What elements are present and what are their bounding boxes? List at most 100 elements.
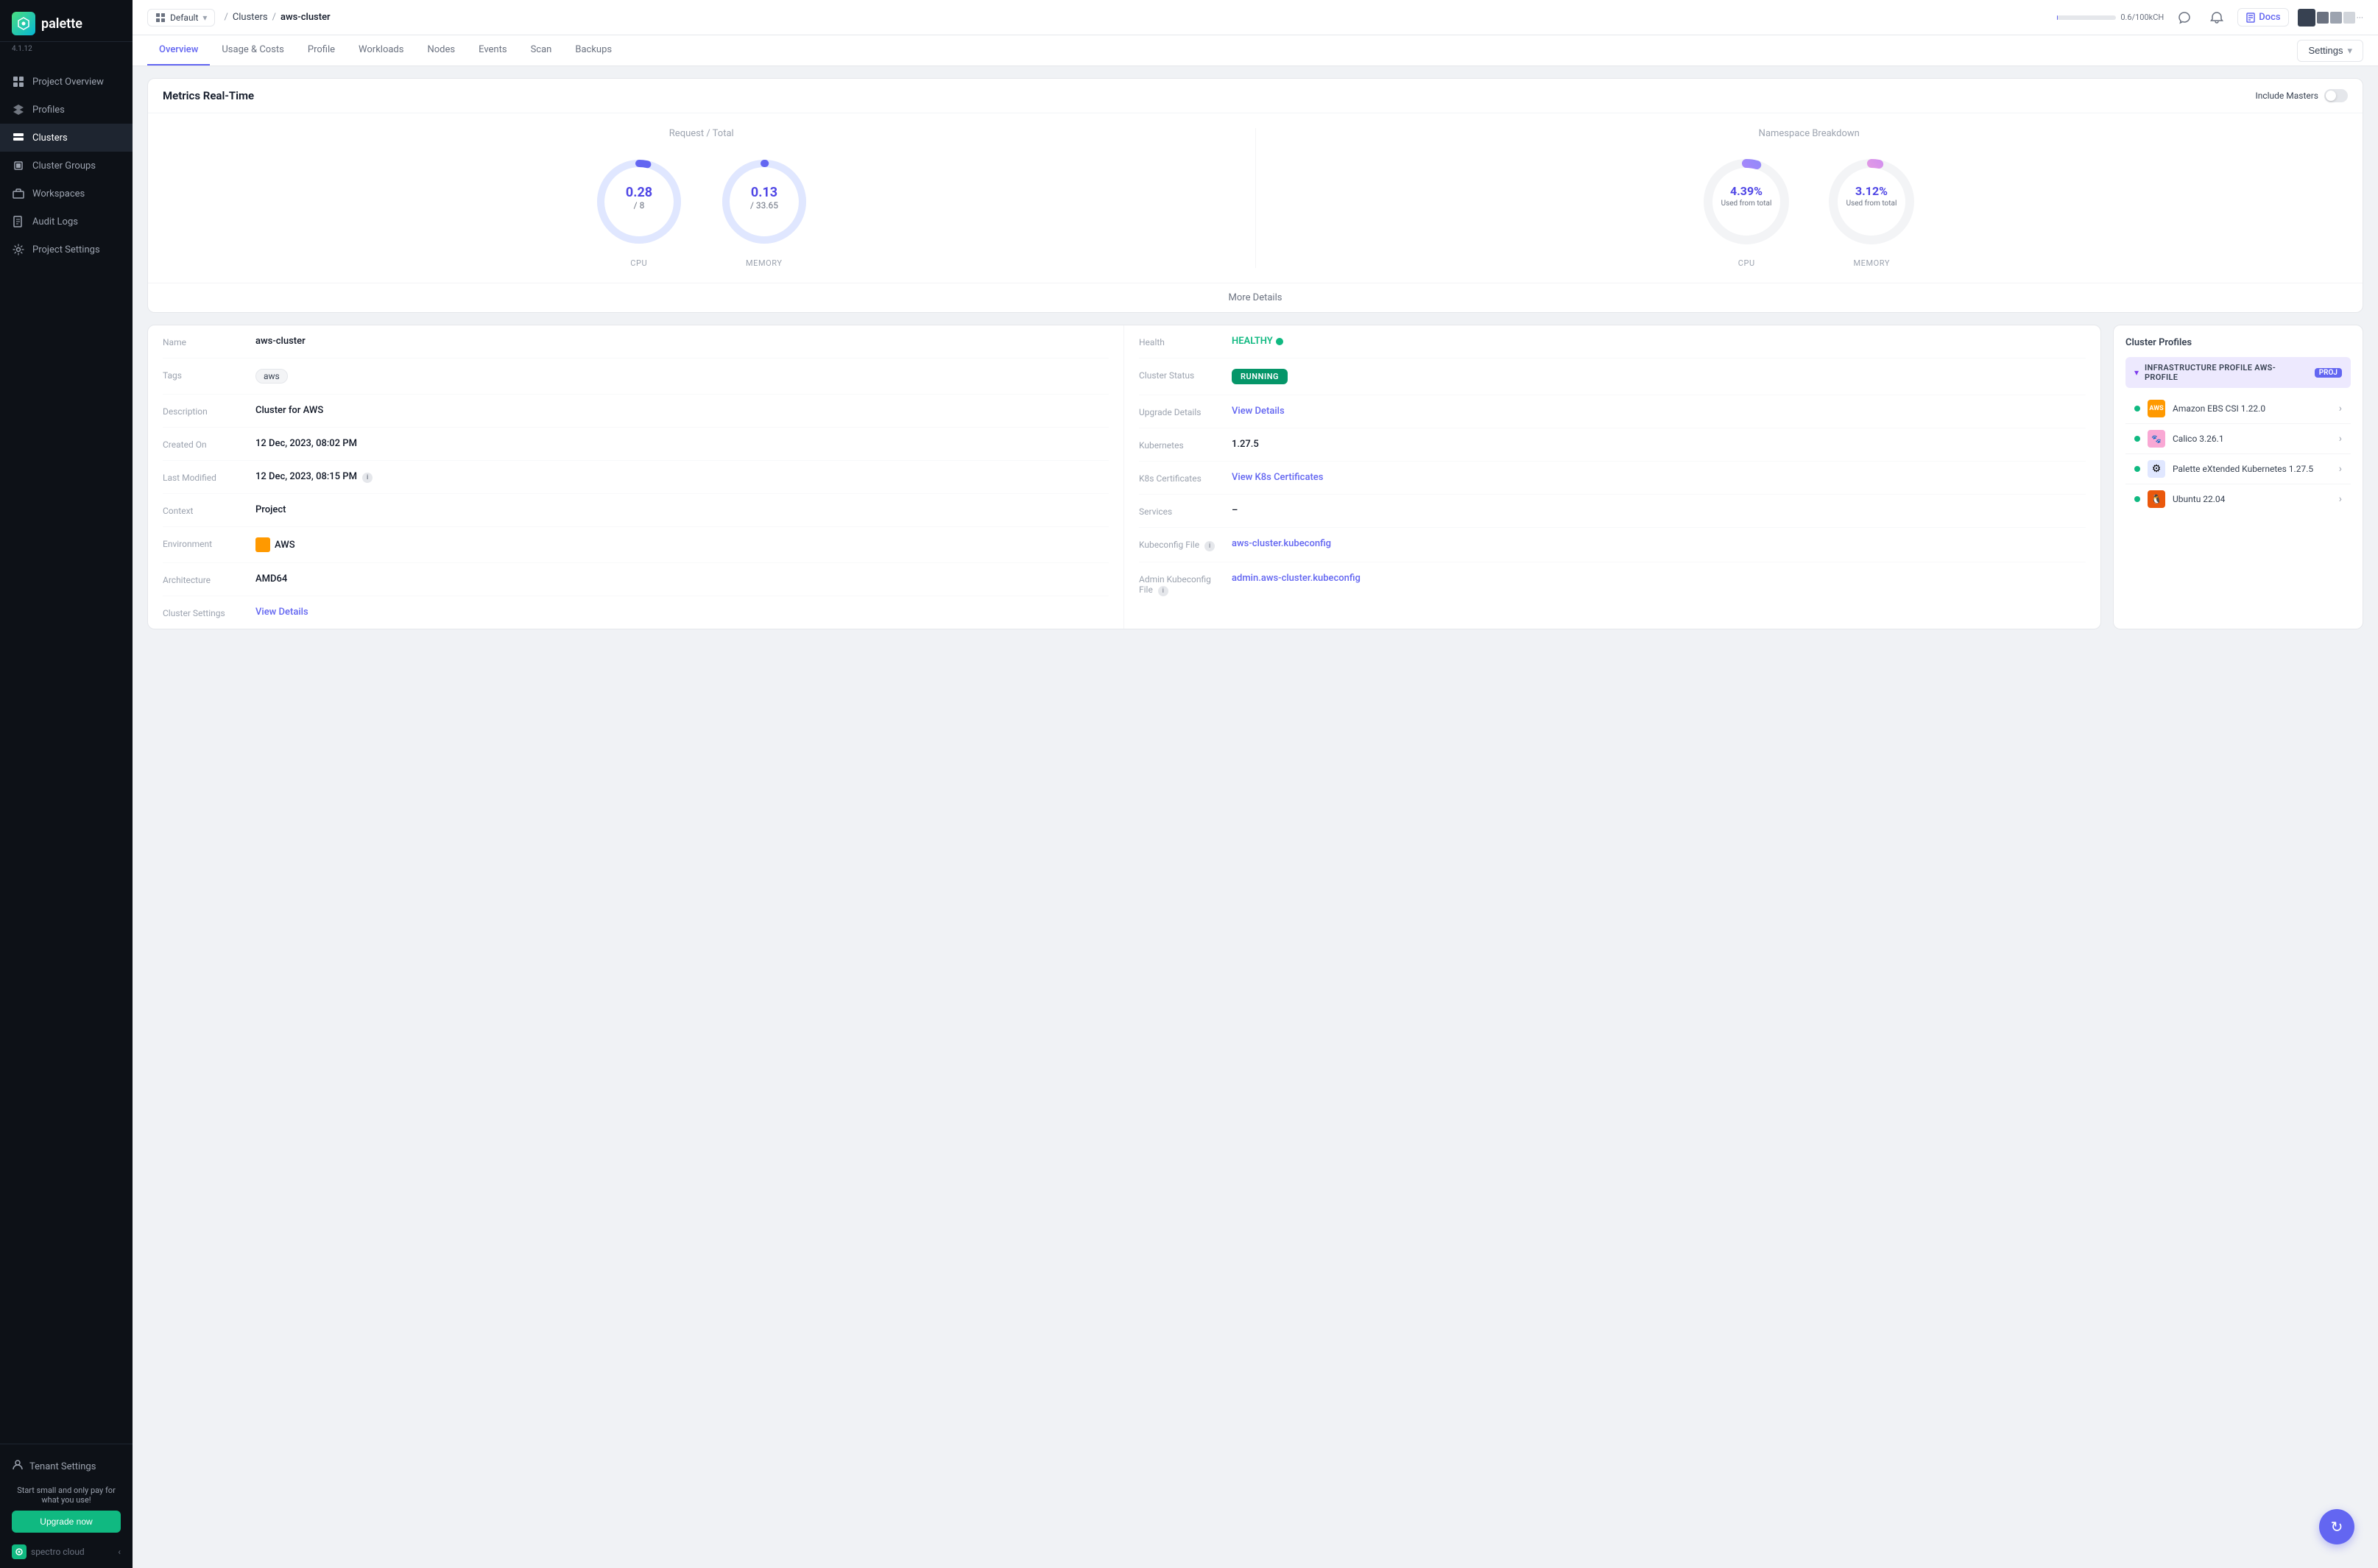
architecture-value: AMD64: [255, 573, 287, 585]
chevron-down-icon: ▾: [202, 13, 207, 23]
arrow-icon-ubuntu: ›: [2339, 493, 2342, 505]
tab-backups[interactable]: Backups: [563, 35, 624, 66]
sidebar-item-clusters[interactable]: Clusters: [0, 124, 133, 152]
upgrade-text: Start small and only pay for what you us…: [12, 1486, 121, 1505]
info-context-row: Context Project: [163, 494, 1109, 527]
credit-bar: 0.6/100kCH: [2057, 13, 2164, 22]
info-name-row: Name aws-cluster: [163, 325, 1109, 359]
include-masters-toggle[interactable]: [2324, 89, 2348, 102]
svg-text:Used from total: Used from total: [1846, 199, 1897, 208]
tab-usage-costs[interactable]: Usage & Costs: [210, 35, 296, 66]
cluster-info-card: Name aws-cluster Tags aws Description Cl…: [147, 325, 2101, 629]
status-dot-calico: [2134, 436, 2140, 442]
user-avatar: [2298, 9, 2315, 27]
info-modified-row: Last Modified 12 Dec, 2023, 08:15 PM i: [163, 461, 1109, 494]
status-dot-ebs: [2134, 406, 2140, 412]
info-col-right: Health HEALTHY Cluster Status RUNNING: [1124, 325, 2100, 629]
upgrade-details-link[interactable]: View Details: [1232, 406, 1285, 417]
sidebar-bottom: Tenant Settings Start small and only pay…: [0, 1444, 133, 1568]
bottom-section: Name aws-cluster Tags aws Description Cl…: [147, 325, 2363, 629]
created-value: 12 Dec, 2023, 08:02 PM: [255, 438, 357, 449]
admin-kubeconfig-info-icon[interactable]: i: [1158, 586, 1168, 596]
credit-text: 0.6/100kCH: [2120, 13, 2164, 22]
svg-text:3.12%: 3.12%: [1855, 184, 1888, 198]
settings-icon: [12, 243, 25, 256]
breadcrumb-clusters[interactable]: Clusters: [233, 12, 268, 23]
brand-label: spectro cloud: [31, 1547, 85, 1557]
sidebar-item-audit-logs[interactable]: Audit Logs: [0, 208, 133, 236]
info-health-row: Health HEALTHY: [1139, 325, 2086, 359]
docs-button[interactable]: Docs: [2237, 8, 2288, 27]
tab-overview[interactable]: Overview: [147, 35, 210, 66]
memory-gauge-label: MEMORY: [746, 258, 782, 268]
chat-icon[interactable]: [2173, 6, 2196, 29]
user-controls: ···: [2298, 9, 2363, 27]
aws-profile-icon: AWS: [2148, 400, 2165, 417]
status-dot-ubuntu: [2134, 496, 2140, 502]
aws-env-icon: [255, 537, 270, 552]
k8s-certs-label: K8s Certificates: [1139, 472, 1220, 484]
kubernetes-value: 1.27.5: [1232, 439, 1259, 450]
cpu-gauge-label: CPU: [630, 258, 647, 268]
tab-scan[interactable]: Scan: [519, 35, 564, 66]
info-icon[interactable]: i: [362, 473, 373, 483]
cluster-status-value: RUNNING: [1232, 369, 1288, 384]
info-grid: Name aws-cluster Tags aws Description Cl…: [148, 325, 2100, 629]
admin-kubeconfig-label: Admin Kubeconfig File i: [1139, 573, 1220, 596]
info-upgrade-row: Upgrade Details View Details: [1139, 395, 2086, 428]
tab-events[interactable]: Events: [467, 35, 518, 66]
kubeconfig-link[interactable]: aws-cluster.kubeconfig: [1232, 538, 1331, 549]
profile-item-k8s[interactable]: ⚙ Palette eXtended Kubernetes 1.27.5 ›: [2125, 454, 2351, 484]
workspace-label: Default: [170, 13, 198, 23]
sidebar-item-project-settings[interactable]: Project Settings: [0, 236, 133, 264]
tab-profile[interactable]: Profile: [296, 35, 347, 66]
tenant-settings-item[interactable]: Tenant Settings: [12, 1453, 121, 1480]
k8s-certs-link[interactable]: View K8s Certificates: [1232, 472, 1323, 483]
notification-icon[interactable]: [2205, 6, 2229, 29]
arrow-icon-ebs: ›: [2339, 403, 2342, 414]
donut-row: 4.39% Used from total CPU: [1271, 154, 2349, 268]
credit-fill: [2057, 15, 2058, 20]
profile-item-ebs[interactable]: AWS Amazon EBS CSI 1.22.0 ›: [2125, 394, 2351, 424]
sidebar-item-cluster-groups[interactable]: Cluster Groups: [0, 152, 133, 180]
modified-label: Last Modified: [163, 471, 244, 483]
ubuntu-profile-icon: 🐧: [2148, 490, 2165, 508]
sidebar-collapse-icon[interactable]: ‹: [118, 1547, 121, 1557]
profile-item-calico[interactable]: 🐾 Calico 3.26.1 ›: [2125, 424, 2351, 454]
info-status-row: Cluster Status RUNNING: [1139, 359, 2086, 395]
fab-button[interactable]: ↻: [2319, 1509, 2354, 1544]
profile-chevron-icon[interactable]: ▾: [2134, 367, 2139, 378]
logo-text: palette: [41, 16, 82, 32]
metrics-content: Request / Total 0.28: [148, 113, 2363, 283]
info-tags-row: Tags aws: [163, 359, 1109, 395]
settings-button[interactable]: Settings ▾: [2297, 40, 2363, 62]
cluster-settings-link[interactable]: View Details: [255, 607, 308, 618]
health-value: HEALTHY: [1232, 336, 1283, 347]
memory-donut: 3.12% Used from total: [1824, 154, 1919, 252]
admin-kubeconfig-link[interactable]: admin.aws-cluster.kubeconfig: [1232, 573, 1361, 584]
tab-workloads[interactable]: Workloads: [347, 35, 415, 66]
kubeconfig-info-icon[interactable]: i: [1204, 541, 1215, 551]
more-details-link[interactable]: More Details: [148, 283, 2363, 312]
sidebar-item-project-overview[interactable]: Project Overview: [0, 68, 133, 96]
info-k8s-certs-row: K8s Certificates View K8s Certificates: [1139, 462, 2086, 495]
context-value: Project: [255, 504, 286, 515]
memory-donut-label: MEMORY: [1854, 258, 1890, 268]
sidebar-item-label: Profiles: [32, 105, 65, 116]
memory-gauge: 0.13 / 33.65: [716, 154, 812, 252]
profile-header: ▾ INFRASTRUCTURE PROFILE AWS-PROFILE PRO…: [2125, 357, 2351, 388]
svg-text:/ 8: / 8: [633, 200, 644, 211]
profile-item-ubuntu[interactable]: 🐧 Ubuntu 22.04 ›: [2125, 484, 2351, 514]
info-description-row: Description Cluster for AWS: [163, 395, 1109, 428]
svg-text:0.28: 0.28: [626, 185, 652, 200]
user-icon3: [2330, 12, 2342, 24]
sidebar-item-profiles[interactable]: Profiles: [0, 96, 133, 124]
metrics-gauges: Request / Total 0.28: [163, 128, 1256, 268]
svg-text:4.39%: 4.39%: [1730, 184, 1763, 198]
metrics-card: Metrics Real-Time Include Masters Reques…: [147, 78, 2363, 313]
content-inner: Metrics Real-Time Include Masters Reques…: [133, 66, 2378, 641]
sidebar-item-workspaces[interactable]: Workspaces: [0, 180, 133, 208]
upgrade-button[interactable]: Upgrade now: [12, 1511, 121, 1533]
tab-nodes[interactable]: Nodes: [415, 35, 467, 66]
workspace-selector[interactable]: Default ▾: [147, 9, 215, 27]
